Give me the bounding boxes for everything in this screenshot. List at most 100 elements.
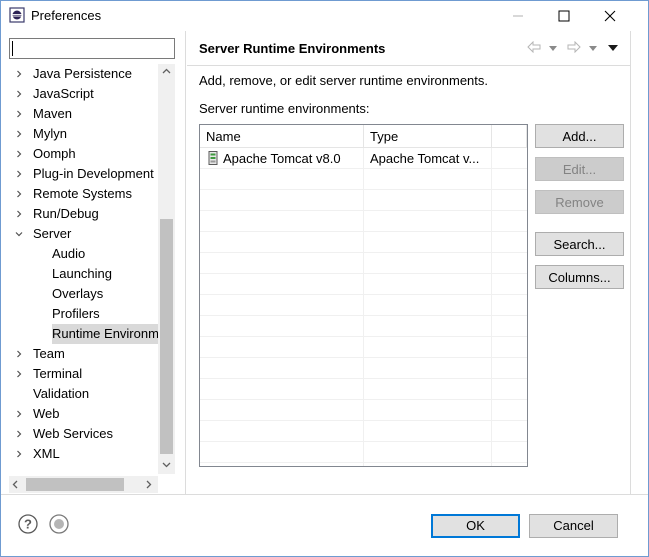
tree-item-label: JavaScript	[33, 86, 94, 101]
tree-item-label: Audio	[52, 246, 86, 261]
import-export-icon[interactable]	[49, 514, 69, 534]
maximize-button[interactable]	[541, 1, 587, 31]
tree-item[interactable]: Team	[1, 344, 158, 364]
empty-table-row	[200, 400, 527, 421]
tree-item[interactable]: Profilers	[1, 304, 158, 324]
scroll-right-icon[interactable]	[146, 480, 152, 489]
tree-item-label: Web	[33, 406, 60, 421]
tree-item[interactable]: JavaScript	[1, 84, 158, 104]
tree-item-label: Web Services	[33, 426, 113, 441]
chevron-right-icon[interactable]	[15, 430, 23, 438]
tree-item[interactable]: Audio	[1, 244, 158, 264]
tree-item[interactable]: Remote Systems	[1, 184, 158, 204]
column-header-type[interactable]: Type	[364, 125, 492, 148]
tree-item[interactable]: Maven	[1, 104, 158, 124]
chevron-right-icon[interactable]	[15, 370, 23, 378]
tree-item[interactable]: Web	[1, 404, 158, 424]
minimize-button[interactable]	[495, 1, 541, 31]
chevron-right-icon[interactable]	[15, 210, 23, 218]
chevron-down-icon[interactable]	[15, 230, 23, 238]
ok-button[interactable]: OK	[431, 514, 520, 538]
search-button[interactable]: Search...	[535, 232, 624, 256]
tree-horizontal-scrollbar[interactable]	[9, 476, 158, 493]
forward-dropdown-icon[interactable]	[589, 46, 597, 51]
tree-item[interactable]: Oomph	[1, 144, 158, 164]
chevron-right-icon[interactable]	[15, 350, 23, 358]
chevron-right-icon[interactable]	[15, 130, 23, 138]
tree-item-label: Terminal	[33, 366, 83, 381]
page-header: Server Runtime Environments	[187, 31, 631, 66]
minimize-icon	[513, 15, 523, 17]
tree-item[interactable]: Plug-in Development	[1, 164, 158, 184]
edit-button[interactable]: Edit...	[535, 157, 624, 181]
back-arrow-icon[interactable]	[527, 41, 541, 53]
columns-button[interactable]: Columns...	[535, 265, 624, 289]
eclipse-app-icon	[9, 7, 25, 23]
column-header-name[interactable]: Name	[200, 125, 364, 148]
tree-item-label: Plug-in Development	[33, 166, 154, 181]
filter-input[interactable]	[9, 38, 175, 59]
cancel-button[interactable]: Cancel	[529, 514, 618, 538]
tree-item-label: XML	[33, 446, 60, 461]
empty-table-row	[200, 316, 527, 337]
chevron-right-icon[interactable]	[15, 110, 23, 118]
empty-table-row	[200, 295, 527, 316]
tree-item[interactable]: Mylyn	[1, 124, 158, 144]
tree-vertical-scrollbar[interactable]	[158, 64, 175, 474]
empty-table-row	[200, 442, 527, 463]
title-bar[interactable]: Preferences	[1, 1, 648, 31]
chevron-right-icon[interactable]	[15, 150, 23, 158]
empty-table-row	[200, 337, 527, 358]
help-icon[interactable]: ?	[18, 514, 38, 534]
chevron-right-icon[interactable]	[15, 90, 23, 98]
tree-item-label: Launching	[52, 266, 112, 281]
close-button[interactable]	[587, 1, 633, 31]
horizontal-scroll-thumb[interactable]	[26, 478, 124, 491]
add-button[interactable]: Add...	[535, 124, 624, 148]
tree-item[interactable]: XML	[1, 444, 158, 464]
tree-item-label: Remote Systems	[33, 186, 132, 201]
runtime-name-cell: Apache Tomcat v8.0	[223, 151, 341, 166]
tree-item-label: Profilers	[52, 306, 100, 321]
chevron-right-icon[interactable]	[15, 410, 23, 418]
forward-arrow-icon[interactable]	[567, 41, 581, 53]
empty-table-row	[200, 211, 527, 232]
view-menu-icon[interactable]	[608, 45, 618, 51]
window-title: Preferences	[31, 8, 102, 23]
preferences-tree: Java Persistence JavaScript Maven Mylyn Oomp…	[1, 64, 158, 474]
empty-table-row	[200, 190, 527, 211]
tree-item[interactable]: Run/Debug	[1, 204, 158, 224]
tree-item[interactable]: Launching	[1, 264, 158, 284]
tree-item[interactable]: Server	[1, 224, 158, 244]
tree-item-label: Maven	[33, 106, 73, 121]
empty-table-row	[200, 379, 527, 400]
runtime-environments-table[interactable]: Name Type Apache Tomcat v8.0 Apache Tomca…	[199, 124, 528, 467]
chevron-right-icon[interactable]	[15, 70, 23, 78]
chevron-right-icon[interactable]	[15, 450, 23, 458]
text-caret	[12, 41, 13, 56]
tree-item[interactable]: Web Services	[1, 424, 158, 444]
tree-item[interactable]: Java Persistence	[1, 64, 158, 84]
chevron-right-icon[interactable]	[15, 190, 23, 198]
scroll-left-icon[interactable]	[12, 480, 18, 489]
scroll-down-icon[interactable]	[162, 462, 171, 468]
page-description: Add, remove, or edit server runtime envi…	[199, 73, 489, 88]
runtime-type-cell: Apache Tomcat v...	[370, 151, 480, 166]
empty-table-row	[200, 232, 527, 253]
chevron-right-icon[interactable]	[15, 170, 23, 178]
tree-item[interactable]: Overlays	[1, 284, 158, 304]
table-row[interactable]: Apache Tomcat v8.0 Apache Tomcat v...	[200, 148, 527, 169]
preferences-navigation: Java Persistence JavaScript Maven Mylyn Oomp…	[1, 31, 186, 494]
remove-button[interactable]: Remove	[535, 190, 624, 214]
scroll-up-icon[interactable]	[162, 68, 171, 74]
back-dropdown-icon[interactable]	[549, 46, 557, 51]
tree-item[interactable]: Runtime Environme	[1, 324, 158, 344]
empty-table-row	[200, 358, 527, 379]
tree-item[interactable]: Terminal	[1, 364, 158, 384]
server-icon	[208, 151, 218, 165]
column-header-filler	[492, 125, 527, 148]
tree-item-label: Mylyn	[33, 126, 67, 141]
tree-item-label: Runtime Environme	[52, 324, 158, 344]
tree-item[interactable]: Validation	[1, 384, 158, 404]
vertical-scroll-thumb[interactable]	[160, 219, 173, 454]
